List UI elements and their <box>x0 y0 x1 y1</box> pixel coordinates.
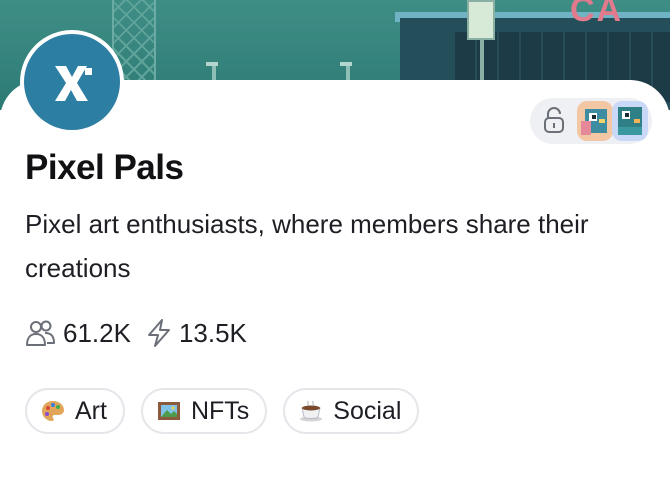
community-stats: 61.2K 13.5K <box>25 313 261 353</box>
tag-art[interactable]: Art <box>25 388 125 434</box>
lock-icon[interactable] <box>542 106 566 134</box>
tag-label: Art <box>75 396 107 425</box>
tag-nfts[interactable]: NFTs <box>140 388 268 434</box>
coffee-icon <box>300 400 323 422</box>
activity-count: 13.5K <box>178 317 247 348</box>
tag-label: NFTs <box>190 396 250 425</box>
community-description: Pixel art enthusiasts, where members sha… <box>25 209 589 283</box>
tag-label: Social <box>333 396 402 425</box>
member-avatar[interactable] <box>577 101 613 141</box>
activity-stat: 13.5K <box>145 318 247 349</box>
lightning-icon <box>147 319 170 347</box>
street-sign-illustration <box>467 0 495 40</box>
community-tags: Art NFTs Social <box>25 388 435 434</box>
community-avatar[interactable] <box>20 30 124 134</box>
shop-sign: CA <box>570 0 624 29</box>
framed-picture-icon <box>157 402 180 420</box>
community-name: Pixel Pals <box>25 148 184 187</box>
x-logo-icon <box>55 66 92 101</box>
member-avatar[interactable] <box>612 101 648 141</box>
members-stat: 61.2K <box>25 318 131 349</box>
members-count: 61.2K <box>63 317 131 348</box>
palette-icon <box>42 401 64 421</box>
users-icon <box>26 320 55 346</box>
tag-social[interactable]: Social <box>283 388 420 434</box>
